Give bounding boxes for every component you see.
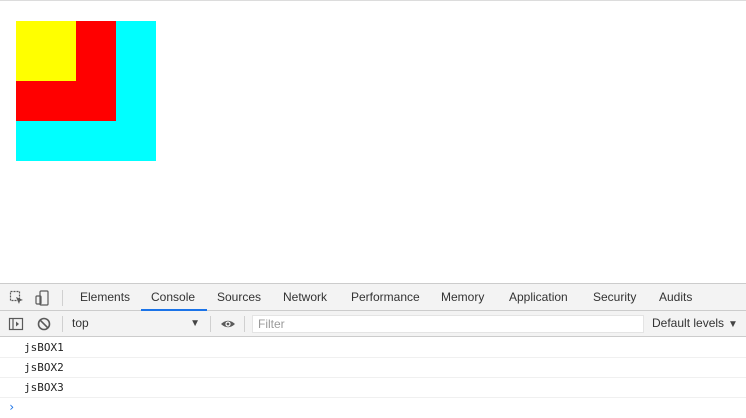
chevron-down-icon: ▼: [190, 318, 200, 329]
tab-security[interactable]: Security: [593, 284, 636, 311]
console-output: jsBOX1 jsBOX2 jsBOX3 ›: [0, 338, 746, 418]
box-js-box1: [16, 21, 76, 81]
console-log-row: jsBOX2: [0, 358, 746, 378]
console-prompt[interactable]: ›: [0, 398, 746, 418]
tab-performance[interactable]: Performance: [351, 284, 420, 311]
console-log-row: jsBOX1: [0, 338, 746, 358]
show-sidebar-icon[interactable]: [8, 316, 24, 332]
devtools-tabbar: Elements Console Sources Network Perform…: [0, 283, 746, 311]
console-log-row: jsBOX3: [0, 378, 746, 398]
toolbar-separator: [210, 316, 211, 332]
live-expression-icon[interactable]: [220, 316, 236, 332]
tab-application[interactable]: Application: [509, 284, 568, 311]
tab-console[interactable]: Console: [140, 284, 208, 311]
console-log-text: jsBOX3: [24, 381, 64, 394]
device-toolbar-icon[interactable]: [34, 289, 52, 307]
log-levels-dropdown[interactable]: Default levels ▼: [652, 311, 738, 336]
context-selector[interactable]: top ▼: [66, 311, 206, 336]
console-toolbar: top ▼ Default levels▼: [0, 311, 746, 337]
inspect-element-icon[interactable]: [8, 289, 26, 307]
tab-memory[interactable]: Memory: [441, 284, 484, 311]
console-log-text: jsBOX1: [24, 341, 64, 354]
tab-elements[interactable]: Elements: [80, 284, 130, 311]
chevron-down-icon: ▼: [728, 319, 738, 330]
prompt-chevron-icon: ›: [8, 400, 16, 414]
tab-audits[interactable]: Audits: [659, 284, 692, 311]
console-log-text: jsBOX2: [24, 361, 64, 374]
toolbar-separator: [62, 316, 63, 332]
log-levels-label: Default levels: [652, 316, 725, 330]
page-viewport: [0, 0, 746, 283]
tab-network[interactable]: Network: [283, 284, 327, 311]
tabbar-separator: [62, 290, 63, 306]
clear-console-icon[interactable]: [36, 316, 52, 332]
context-value: top: [72, 316, 89, 330]
tab-sources[interactable]: Sources: [217, 284, 261, 311]
console-filter-input[interactable]: [252, 315, 644, 333]
toolbar-separator: [244, 316, 245, 332]
devtools-panel: Elements Console Sources Network Perform…: [0, 283, 746, 418]
